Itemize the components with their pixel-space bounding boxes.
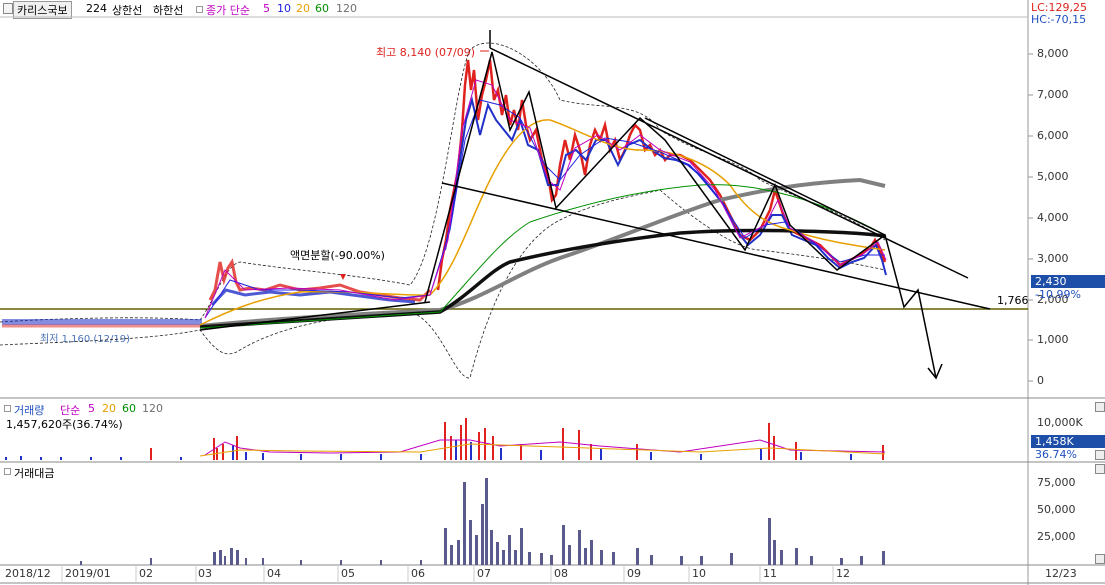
x-label-11: 11 — [763, 567, 777, 580]
y-tick-4000: 4,000 — [1037, 211, 1069, 224]
ma-square-icon — [196, 6, 203, 13]
y-tick-5000: 5,000 — [1037, 170, 1069, 183]
ma-title: 종가 단순 — [206, 4, 250, 17]
volume-bars — [5, 418, 886, 460]
y-tick-8000: 8,000 — [1037, 47, 1069, 60]
current-change: -10.99% — [1035, 288, 1081, 301]
chart-header: 카리스국보 224 상한선 하한선 종가 단순 5 10 20 60 120 — [0, 0, 1028, 19]
split-annotation: 액면분할(-90.00%) — [290, 249, 385, 262]
ma60-label: 60 — [315, 2, 329, 15]
amount-bars — [80, 478, 885, 565]
volume-ma120: 120 — [142, 402, 163, 415]
high-annotation: 최고 8,140 (07/09) — [376, 46, 476, 59]
volume-collapse-icon[interactable] — [4, 405, 11, 412]
split-marker — [340, 274, 346, 280]
ma20-label: 20 — [296, 2, 310, 15]
amount-tick-75000: 75,000 — [1037, 476, 1076, 489]
x-label-09: 09 — [627, 567, 641, 580]
volume-panel-scroll-up[interactable] — [1095, 402, 1105, 412]
menu-icon[interactable] — [3, 3, 13, 14]
y-tick-1000: 1,000 — [1037, 333, 1069, 346]
x-label-07: 07 — [477, 567, 491, 580]
lower-limit-label: 하한선 — [153, 4, 184, 17]
y-tick-6000: 6,000 — [1037, 129, 1069, 142]
ma20-line — [199, 119, 886, 326]
hc-label: HC:-70,15 — [1031, 13, 1087, 26]
candles — [2, 59, 887, 328]
volume-value: 1,457,620주(36.74%) — [6, 418, 123, 431]
x-label-right: 12/23 — [1045, 567, 1077, 580]
ma5-label: 5 — [263, 2, 270, 15]
y-tick-7000: 7,000 — [1037, 88, 1069, 101]
upper-limit-label: 상한선 — [112, 4, 143, 17]
x-label-05: 05 — [341, 567, 355, 580]
volume-panel-scroll-down[interactable] — [1095, 450, 1105, 460]
x-label-2019-01: 2019/01 — [65, 567, 111, 580]
amount-panel-scroll-up[interactable] — [1095, 464, 1105, 474]
x-label-08: 08 — [554, 567, 568, 580]
ma120-label: 120 — [336, 2, 357, 15]
ma5-line — [204, 79, 887, 319]
amount-title: 거래대금 — [14, 467, 55, 480]
volume-ma5: 5 — [88, 402, 95, 415]
chart-canvas — [0, 0, 1105, 585]
x-label-03: 03 — [198, 567, 212, 580]
ma60-line — [199, 228, 886, 329]
amount-tick-25000: 25,000 — [1037, 530, 1076, 543]
stock-name-box[interactable]: 카리스국보 — [13, 1, 72, 19]
ma10-line — [204, 99, 885, 319]
volume-percent: 36.74% — [1035, 448, 1077, 461]
x-label-04: 04 — [267, 567, 281, 580]
ma10-label: 10 — [277, 2, 291, 15]
volume-ma20: 20 — [102, 402, 116, 415]
x-label-12: 12 — [836, 567, 850, 580]
y-tick-0: 0 — [1037, 374, 1044, 387]
volume-tick: 10,000K — [1037, 416, 1083, 429]
x-label-06: 06 — [411, 567, 425, 580]
y-tick-3000: 3,000 — [1037, 252, 1069, 265]
x-label-10: 10 — [692, 567, 706, 580]
x-label-02: 02 — [139, 567, 153, 580]
volume-current-box: 1,458K — [1031, 435, 1105, 448]
amount-tick-50000: 50,000 — [1037, 503, 1076, 516]
current-price-box: 2,430 — [1031, 275, 1105, 288]
low-annotation: 최저 1,160 (12/19) — [40, 334, 131, 345]
amount-collapse-icon[interactable] — [4, 468, 11, 475]
trendlines — [199, 30, 991, 380]
stock-code: 224 — [86, 2, 107, 15]
support-value: 1,766 — [997, 294, 1029, 307]
amount-panel-scroll-down[interactable] — [1095, 554, 1105, 564]
x-label-2018-12: 2018/12 — [5, 567, 51, 580]
volume-ma60: 60 — [122, 402, 136, 415]
